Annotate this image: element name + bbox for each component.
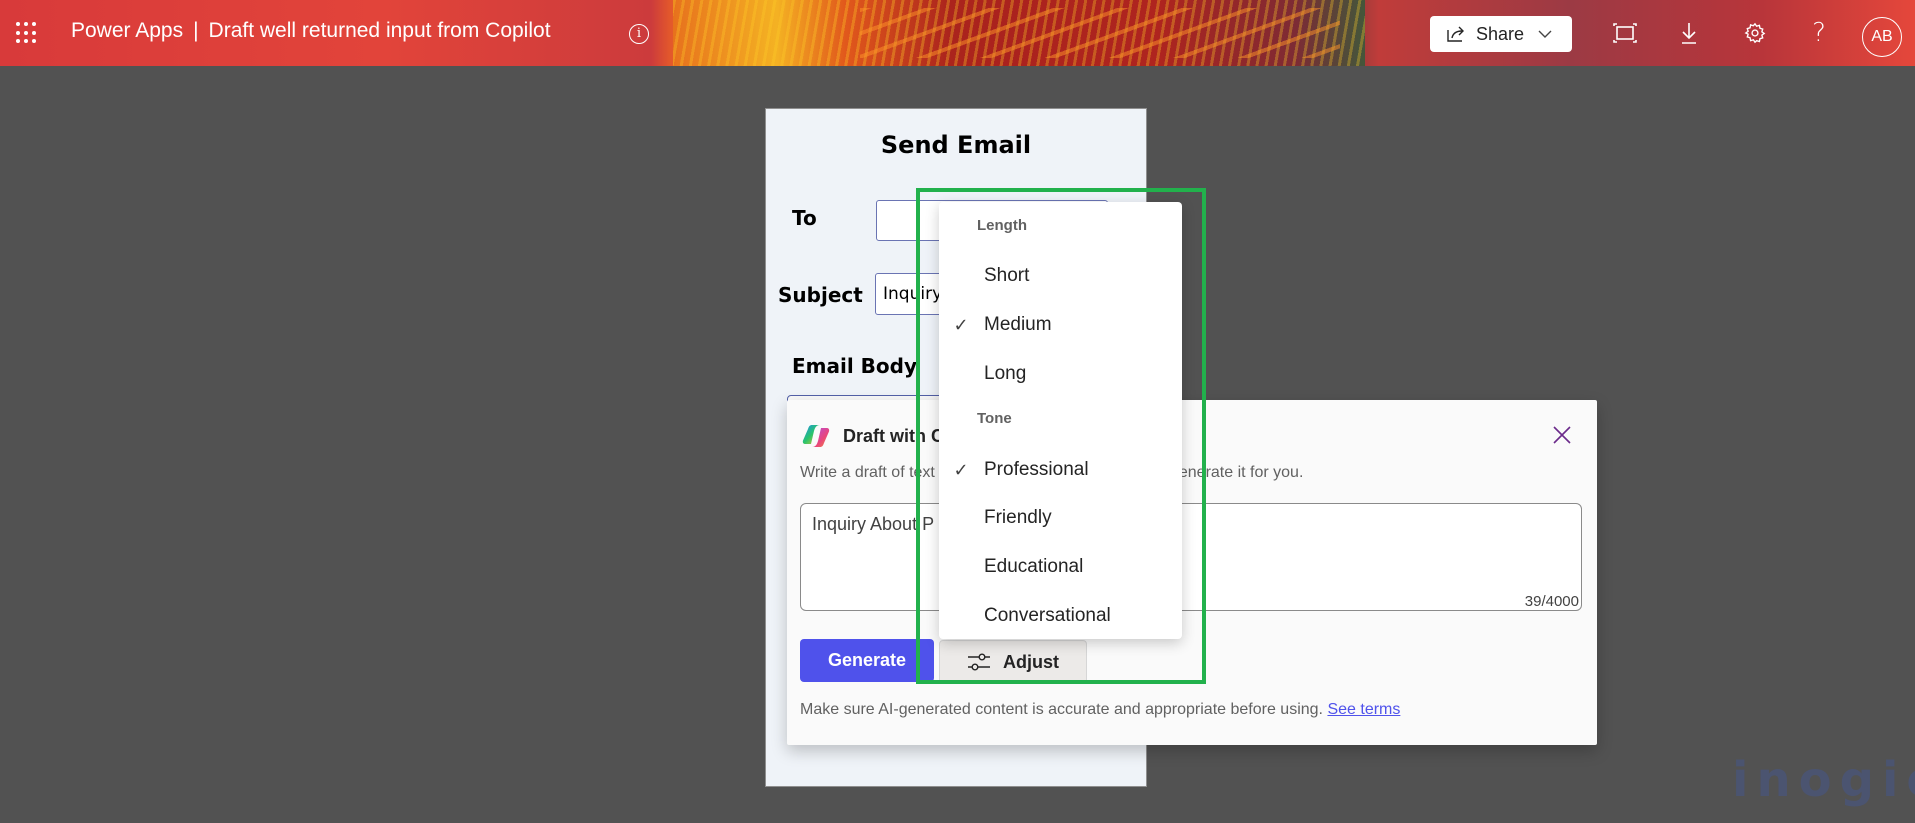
tone-header: Tone <box>977 410 1012 427</box>
menu-item-short[interactable]: Short <box>939 256 1182 296</box>
info-icon[interactable]: i <box>629 24 649 44</box>
to-label: To <box>792 206 817 230</box>
panel-title: Draft with C <box>843 426 944 446</box>
menu-item-label: Conversational <box>984 605 1111 626</box>
ai-disclaimer: Make sure AI-generated content is accura… <box>800 701 1400 719</box>
share-label: Share <box>1476 23 1525 44</box>
menu-item-label: Long <box>984 363 1027 384</box>
chevron-down-icon <box>1538 27 1552 41</box>
menu-item-educational[interactable]: Educational <box>939 547 1182 587</box>
char-counter: 39/4000 <box>1524 593 1579 610</box>
check-icon: ✓ <box>953 459 969 480</box>
page-title: Send Email <box>880 131 1032 159</box>
menu-item-label: Short <box>984 265 1030 286</box>
subject-label: Subject <box>778 283 863 307</box>
menu-item-label: Professional <box>984 459 1089 480</box>
menu-item-label: Educational <box>984 556 1084 577</box>
title-separator: | <box>193 19 199 42</box>
copilot-logo-icon <box>802 425 830 447</box>
menu-item-label: Friendly <box>984 507 1052 528</box>
menu-item-medium[interactable]: ✓ Medium <box>939 305 1182 345</box>
fit-screen-icon[interactable] <box>1610 18 1640 48</box>
app-header: Power Apps | Draft well returned input fro… <box>0 0 1915 66</box>
settings-icon[interactable] <box>1740 18 1770 48</box>
generate-button[interactable]: Generate <box>800 639 934 682</box>
description-left: Write a draft of text <box>800 464 935 481</box>
close-icon[interactable] <box>1551 424 1573 446</box>
description-right: enerate it for you. <box>1178 464 1304 481</box>
see-terms-link[interactable]: See terms <box>1327 701 1400 718</box>
check-icon: ✓ <box>953 314 969 335</box>
app-document-title: Draft well returned input from Copilot <box>208 19 551 42</box>
share-icon <box>1447 26 1464 42</box>
menu-item-long[interactable]: Long <box>939 354 1182 394</box>
menu-item-friendly[interactable]: Friendly <box>939 498 1182 538</box>
length-header: Length <box>977 217 1027 234</box>
watermark-logo: inogic <box>1732 752 1915 808</box>
menu-item-conversational[interactable]: Conversational <box>939 596 1182 636</box>
prompt-textarea[interactable]: Inquiry About P 39/4000 <box>800 503 1582 611</box>
adjust-menu: Length Short ✓ Medium Long Tone ✓ Profes… <box>939 202 1182 639</box>
download-icon[interactable] <box>1674 18 1704 48</box>
email-body-label: Email Body <box>792 354 918 378</box>
share-button[interactable]: Share <box>1430 16 1572 52</box>
user-avatar[interactable]: AB <box>1862 17 1902 57</box>
menu-item-professional[interactable]: ✓ Professional <box>939 450 1182 490</box>
header-banner-texture <box>860 8 1340 58</box>
adjust-sliders-icon <box>968 653 990 671</box>
help-icon[interactable]: ? <box>1804 18 1834 48</box>
draft-with-copilot-panel: Draft with C Write a draft of text enerat… <box>787 400 1597 745</box>
app-title: Power Apps | Draft well returned input fro… <box>71 19 551 43</box>
prompt-text: Inquiry About P <box>812 514 935 534</box>
disclaimer-text: Make sure AI-generated content is accura… <box>800 701 1323 718</box>
menu-item-label: Medium <box>984 314 1052 335</box>
adjust-label: Adjust <box>1003 651 1059 672</box>
adjust-button[interactable]: Adjust <box>939 640 1087 684</box>
app-name: Power Apps <box>71 19 184 42</box>
waffle-icon[interactable] <box>16 22 38 44</box>
